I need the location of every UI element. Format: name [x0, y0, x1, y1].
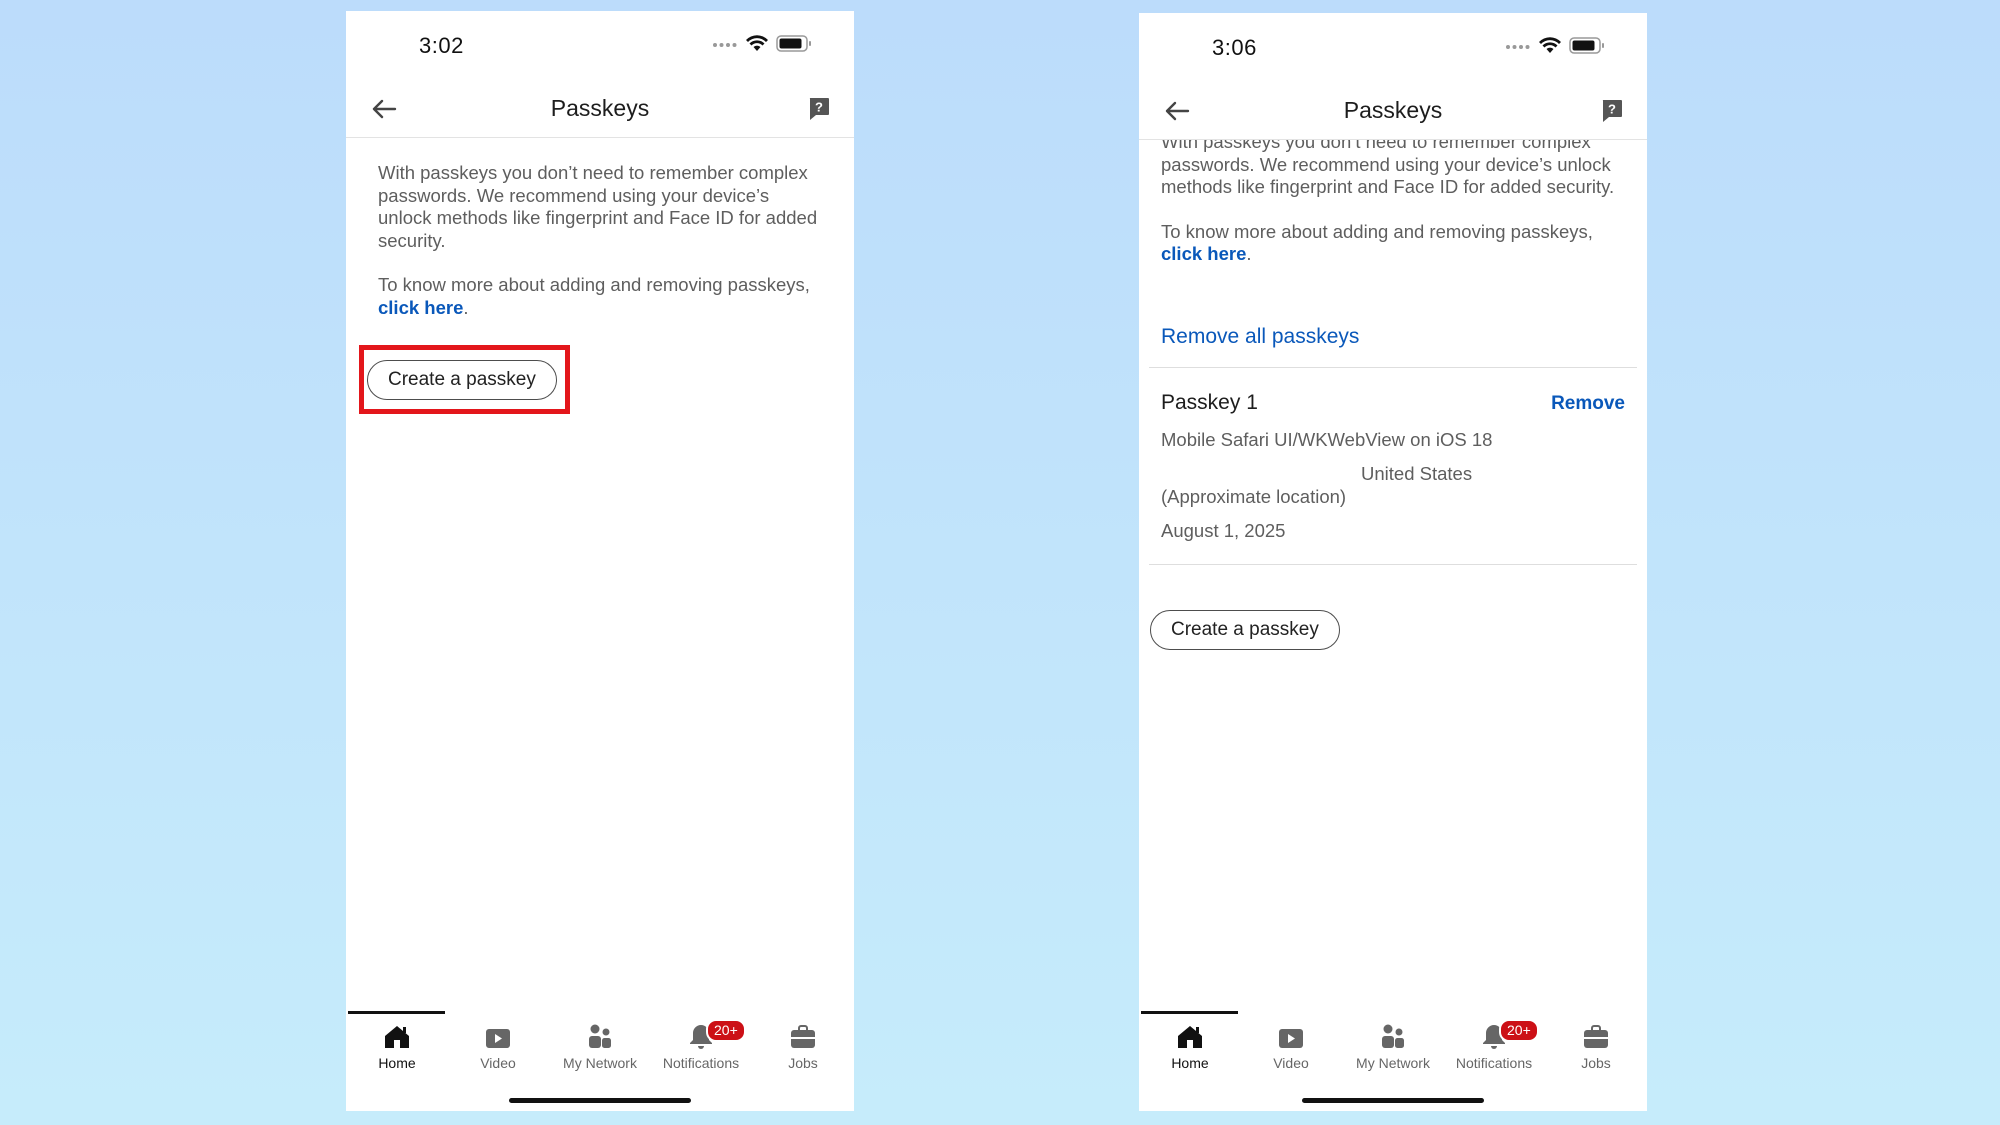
tab-label: Home — [1171, 1055, 1209, 1071]
intro-text: With passkeys you don’t need to remember… — [378, 162, 818, 251]
tab-label: My Network — [563, 1055, 637, 1071]
briefcase-icon — [791, 1025, 815, 1048]
page-title: Passkeys — [1343, 97, 1443, 123]
help-icon[interactable]: ? — [808, 97, 830, 121]
passkey-location: United States — [1361, 463, 1473, 484]
learn-more-period: . — [1246, 243, 1252, 264]
home-icon — [385, 1026, 409, 1048]
bottom-tab-bar: Home Video My Network 20+ Notifications … — [1139, 1011, 1647, 1111]
briefcase-icon — [1584, 1025, 1608, 1048]
passkey-date: August 1, 2025 — [1161, 520, 1286, 541]
remove-passkey-button[interactable]: Remove — [1551, 393, 1625, 415]
notification-badge: 20+ — [1499, 1019, 1539, 1042]
create-passkey-button[interactable]: Create a passkey — [367, 360, 557, 400]
signal-icon — [713, 42, 737, 47]
learn-more-prefix: To know more about adding and removing p… — [1161, 220, 1593, 242]
bottom-tab-bar: Home Video My Network 20+ Notifications … — [346, 1011, 854, 1111]
signal-icon — [1506, 44, 1530, 49]
svg-text:?: ? — [815, 100, 823, 115]
tab-label: Home — [378, 1055, 416, 1071]
divider — [1149, 564, 1637, 565]
page-title: Passkeys — [550, 95, 650, 121]
battery-icon — [776, 35, 811, 52]
tab-my-network[interactable]: My Network — [549, 1019, 651, 1079]
intro-text: With passkeys you don’t need to remember… — [1161, 131, 1615, 197]
home-indicator — [509, 1098, 691, 1103]
video-icon — [1279, 1029, 1303, 1048]
tab-video[interactable]: Video — [447, 1019, 549, 1079]
tab-label: Notifications — [662, 1055, 740, 1071]
status-bar: 3:02 — [346, 11, 854, 81]
click-here-link[interactable]: click here — [378, 297, 463, 318]
tab-label: Jobs — [1581, 1055, 1611, 1071]
divider — [1149, 367, 1637, 368]
phone-screen-after: 3:06 Passkeys ? With passkeys you don’t … — [1139, 13, 1647, 1111]
active-tab-indicator — [1141, 1011, 1238, 1014]
tab-my-network[interactable]: My Network — [1342, 1019, 1444, 1079]
tab-notifications[interactable]: 20+ Notifications — [650, 1019, 752, 1079]
tab-jobs[interactable]: Jobs — [1545, 1019, 1647, 1079]
tab-notifications[interactable]: 20+ Notifications — [1443, 1019, 1545, 1079]
passkey-name: Passkey 1 — [1161, 391, 1258, 414]
network-icon — [589, 1024, 611, 1048]
status-bar: 3:06 — [1139, 13, 1647, 83]
tab-label: My Network — [1356, 1055, 1430, 1071]
wifi-icon — [1539, 37, 1561, 53]
passkeys-intro: With passkeys you don’t need to remember… — [378, 162, 824, 319]
learn-more-text: To know more about adding and removing p… — [378, 274, 824, 319]
home-indicator — [1302, 1098, 1484, 1103]
nav-header: Passkeys ? — [1139, 79, 1647, 140]
tab-home[interactable]: Home — [346, 1019, 448, 1079]
help-icon[interactable]: ? — [1601, 99, 1623, 123]
video-icon — [486, 1029, 510, 1048]
create-passkey-button[interactable]: Create a passkey — [1150, 610, 1340, 650]
tab-label: Notifications — [1455, 1055, 1533, 1071]
passkeys-intro: With passkeys you don’t need to remember… — [1161, 131, 1625, 266]
learn-more-period: . — [463, 296, 469, 318]
tab-home[interactable]: Home — [1139, 1019, 1241, 1079]
status-icons — [1505, 37, 1605, 54]
tab-label: Jobs — [788, 1055, 818, 1071]
home-icon — [1178, 1026, 1202, 1048]
tab-label: Video — [1273, 1055, 1309, 1071]
battery-icon — [1569, 37, 1604, 54]
status-time: 3:06 — [1212, 35, 1257, 60]
remove-all-passkeys-link[interactable]: Remove all passkeys — [1161, 325, 1359, 349]
status-icons — [712, 35, 812, 52]
svg-text:?: ? — [1608, 102, 1616, 117]
active-tab-indicator — [348, 1011, 445, 1014]
notification-badge: 20+ — [706, 1019, 746, 1042]
learn-more-text: To know more about adding and removing p… — [1161, 221, 1625, 266]
status-time: 3:02 — [419, 33, 464, 58]
passkey-location-note: (Approximate location) — [1161, 486, 1347, 507]
tab-video[interactable]: Video — [1240, 1019, 1342, 1079]
tab-label: Video — [480, 1055, 516, 1071]
network-icon — [1382, 1024, 1404, 1048]
learn-more-prefix: To know more about adding and removing p… — [378, 274, 810, 295]
wifi-icon — [746, 35, 768, 51]
tab-jobs[interactable]: Jobs — [752, 1019, 854, 1079]
click-here-link[interactable]: click here — [1161, 243, 1246, 264]
phone-screen-before: 3:02 Passkeys ? With passkeys you don’t … — [346, 11, 854, 1111]
nav-header: Passkeys ? — [346, 77, 854, 138]
passkey-device: Mobile Safari UI/WKWebView on iOS 18 — [1161, 429, 1493, 450]
